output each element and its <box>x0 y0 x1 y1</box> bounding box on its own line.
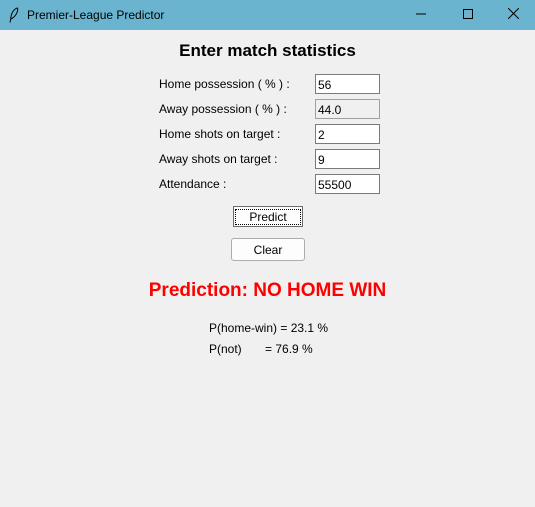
home-shots-input[interactable] <box>315 124 380 144</box>
minimize-button[interactable] <box>398 0 444 30</box>
close-button[interactable] <box>490 0 535 30</box>
home-shots-row: Home shots on target : <box>0 124 535 144</box>
away-possession-row: Away possession ( % ) : <box>0 99 535 119</box>
title-bar[interactable]: Premier-League Predictor <box>0 0 535 30</box>
home-possession-input[interactable] <box>315 74 380 94</box>
maximize-icon <box>463 8 473 22</box>
away-shots-input[interactable] <box>315 149 380 169</box>
away-possession-label: Away possession ( % ) : <box>159 102 287 116</box>
home-possession-row: Home possession ( % ) : <box>0 74 535 94</box>
attendance-row: Attendance : <box>0 174 535 194</box>
feather-icon <box>9 7 19 23</box>
away-possession-input[interactable] <box>315 99 380 119</box>
predict-button[interactable]: Predict <box>233 206 303 227</box>
home-possession-label: Home possession ( % ) : <box>159 77 290 91</box>
probability-home-win: P(home-win) = 23.1 % <box>209 321 329 335</box>
away-shots-row: Away shots on target : <box>0 149 535 169</box>
home-shots-label: Home shots on target : <box>159 127 281 141</box>
attendance-label: Attendance : <box>159 177 227 191</box>
close-icon <box>507 7 519 22</box>
probability-not: P(not) = 76.9 % <box>209 342 313 356</box>
maximize-button[interactable] <box>445 0 491 30</box>
form-heading: Enter match statistics <box>179 41 356 60</box>
attendance-input[interactable] <box>315 174 380 194</box>
clear-button-label: Clear <box>253 243 283 257</box>
prediction-result: Prediction: NO HOME WIN <box>148 280 387 301</box>
window-title: Premier-League Predictor <box>27 8 165 22</box>
predict-button-label: Predict <box>235 209 301 225</box>
away-shots-label: Away shots on target : <box>159 152 278 166</box>
clear-button[interactable]: Clear <box>231 238 305 261</box>
minimize-icon <box>416 8 426 22</box>
